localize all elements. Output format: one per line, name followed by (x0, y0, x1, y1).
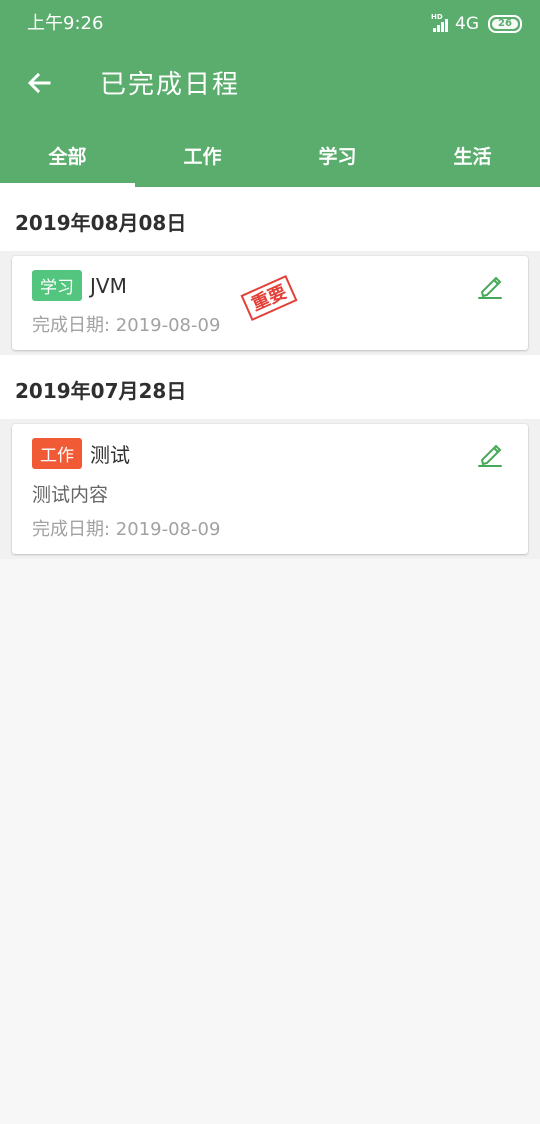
important-stamp: 重要 (240, 275, 298, 321)
toolbar: 已完成日程 (0, 48, 540, 124)
tab-label: 学习 (318, 146, 357, 168)
app-header: 上午9:26 HD 4G 26 已完成日程 全部 工作 学习 生活 (0, 0, 540, 187)
date-header: 2019年07月28日 (0, 355, 540, 419)
status-icons: HD 4G 26 (431, 12, 522, 36)
status-time: 上午9:26 (27, 13, 104, 34)
date-header: 2019年08月08日 (0, 187, 540, 251)
schedule-group: 工作 测试 测试内容 完成日期: 2019-08-09 (0, 419, 540, 559)
signal-strength-icon: HD (431, 13, 451, 32)
tab-label: 生活 (453, 146, 492, 168)
card-header: 学习 JVM (32, 270, 127, 301)
edit-pencil-icon (478, 444, 502, 467)
page-title: 已完成日程 (100, 70, 241, 100)
date-label: 2019年07月28日 (15, 379, 187, 403)
completion-date: 完成日期: 2019-08-09 (32, 315, 221, 336)
date-group: 2019年08月08日 学习 JVM 完成日期: 2019-08-09 重要 (0, 187, 540, 355)
edit-pencil-icon (478, 276, 502, 299)
tab-label: 工作 (183, 146, 222, 168)
status-bar: 上午9:26 HD 4G 26 (0, 0, 540, 48)
completion-date: 完成日期: 2019-08-09 (32, 519, 221, 540)
tab-work[interactable]: 工作 (135, 124, 270, 187)
tab-label: 全部 (48, 146, 87, 168)
card-header: 工作 测试 (32, 438, 130, 469)
back-button[interactable] (20, 64, 58, 102)
schedule-content: 测试内容 (32, 484, 109, 506)
edit-button[interactable] (476, 272, 504, 300)
battery-level: 26 (498, 18, 512, 29)
schedule-card[interactable]: 学习 JVM 完成日期: 2019-08-09 重要 (12, 256, 528, 350)
network-type: 4G (455, 14, 479, 34)
completed-schedule-list: 2019年08月08日 学习 JVM 完成日期: 2019-08-09 重要 2… (0, 187, 540, 559)
date-label: 2019年08月08日 (15, 211, 187, 235)
tab-all[interactable]: 全部 (0, 124, 135, 187)
schedule-title: 测试 (90, 443, 130, 467)
tab-study[interactable]: 学习 (270, 124, 405, 187)
back-arrow-icon (27, 72, 51, 94)
schedule-group: 学习 JVM 完成日期: 2019-08-09 重要 (0, 251, 540, 355)
date-group: 2019年07月28日 工作 测试 测试内容 完成日期: 2019-08-09 (0, 355, 540, 559)
category-tabs: 全部 工作 学习 生活 (0, 124, 540, 187)
edit-button[interactable] (476, 440, 504, 468)
schedule-title: JVM (90, 273, 127, 298)
category-tag: 学习 (32, 270, 82, 301)
category-tag: 工作 (32, 438, 82, 469)
tab-life[interactable]: 生活 (405, 124, 540, 187)
battery-icon: 26 (488, 15, 522, 33)
schedule-card[interactable]: 工作 测试 测试内容 完成日期: 2019-08-09 (12, 424, 528, 554)
